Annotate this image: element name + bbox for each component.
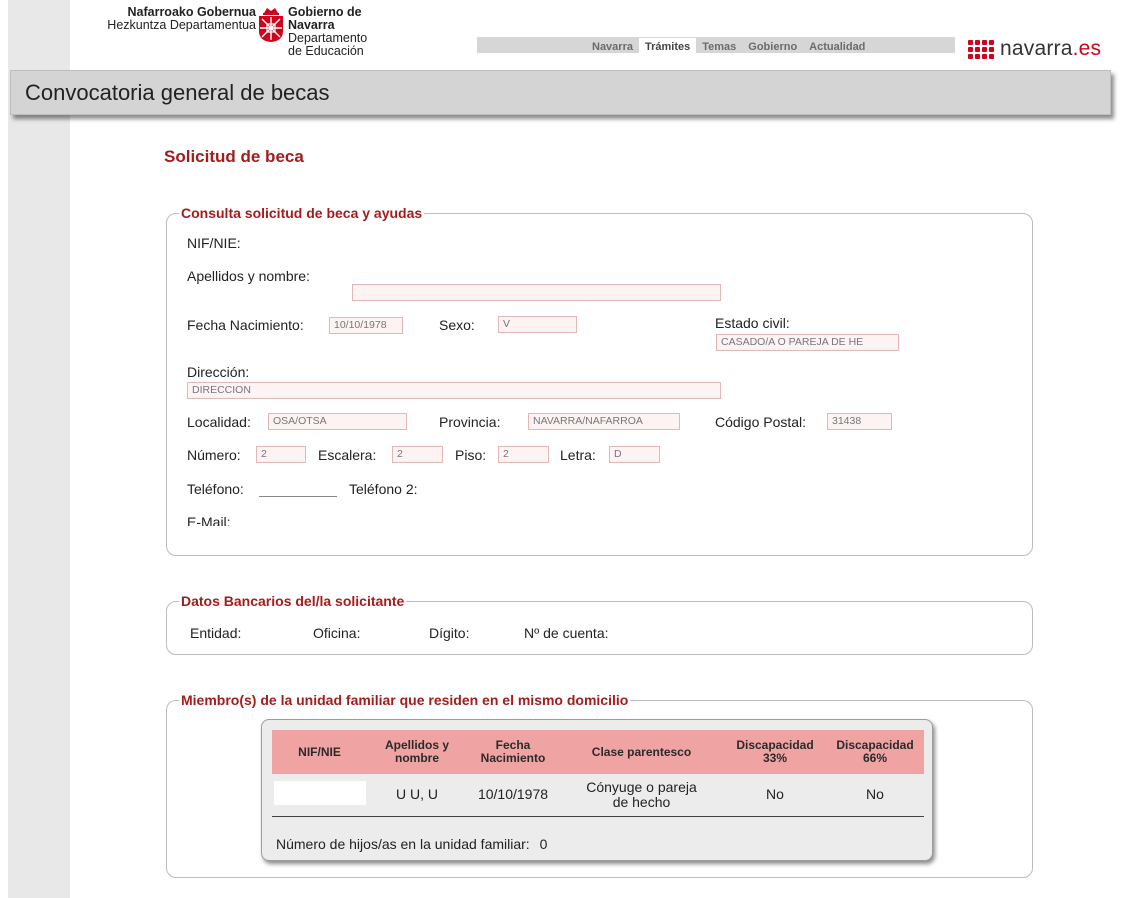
numero-hijos: Número de hijos/as en la unidad familiar… bbox=[276, 836, 547, 852]
fecha-nacimiento-label: Fecha Nacimiento: bbox=[187, 317, 304, 333]
gov-right-line2: Departamento de Educación bbox=[288, 31, 368, 58]
codigo-postal-field[interactable]: 31438 bbox=[827, 413, 892, 430]
piso-field[interactable]: 2 bbox=[498, 446, 549, 463]
entidad-label: Entidad: bbox=[190, 625, 242, 641]
table-row: U U, U 10/10/1978 Cónyuge o pareja de he… bbox=[272, 774, 924, 817]
escalera-field[interactable]: 2 bbox=[392, 446, 443, 463]
unidad-familiar-legend: Miembro(s) de la unidad familiar que res… bbox=[179, 692, 631, 708]
unidad-familiar-fieldset: Miembro(s) de la unidad familiar que res… bbox=[166, 692, 1033, 878]
codigo-postal-label: Código Postal: bbox=[715, 414, 807, 430]
col-disc66: Discapacidad 66% bbox=[826, 730, 924, 774]
cell-nif bbox=[272, 774, 367, 817]
provincia-field[interactable]: NAVARRA/NAFARROA bbox=[528, 413, 680, 430]
telefono-label: Teléfono: bbox=[187, 481, 244, 497]
email-label: E-Mail: bbox=[187, 514, 231, 526]
numero-hijos-value: 0 bbox=[539, 836, 548, 852]
brand-text: navarra.es bbox=[1000, 37, 1101, 61]
nav-actualidad[interactable]: Actualidad bbox=[803, 38, 871, 54]
numero-hijos-label: Número de hijos/as en la unidad familiar… bbox=[276, 836, 530, 852]
oficina-label: Oficina: bbox=[313, 625, 361, 641]
top-nav: Navarra Trámites Temas Gobierno Actualid… bbox=[586, 38, 871, 54]
telefono-field[interactable] bbox=[259, 496, 337, 497]
telefono2-label: Teléfono 2: bbox=[349, 481, 418, 497]
family-table-header: NIF/NIE Apellidos y nombre Fecha Nacimie… bbox=[272, 730, 924, 774]
gov-left-line2: Hezkuntza Departamentua bbox=[107, 18, 256, 32]
cell-disc33: No bbox=[724, 774, 826, 817]
direccion-label: Dirección: bbox=[187, 364, 250, 380]
brand-main: navarra bbox=[1000, 37, 1073, 60]
consulta-legend: Consulta solicitud de beca y ayudas bbox=[179, 205, 425, 221]
col-nif: NIF/NIE bbox=[272, 730, 367, 774]
nav-tramites[interactable]: Trámites bbox=[638, 38, 697, 54]
col-apellidos: Apellidos y nombre bbox=[367, 730, 467, 774]
piso-label: Piso: bbox=[455, 447, 487, 463]
left-margin-strip bbox=[8, 0, 70, 898]
digito-label: Dígito: bbox=[429, 625, 470, 641]
apellidos-label: Apellidos y nombre: bbox=[187, 268, 310, 284]
page-title-bar: Convocatoria general de becas bbox=[10, 70, 1111, 115]
sexo-label: Sexo: bbox=[439, 317, 475, 333]
family-table-panel: NIF/NIE Apellidos y nombre Fecha Nacimie… bbox=[261, 719, 933, 861]
navarra-shield-icon bbox=[259, 8, 283, 42]
navarra-es-logo[interactable]: navarra.es bbox=[968, 37, 1101, 61]
estado-civil-label: Estado civil: bbox=[715, 315, 790, 331]
gov-name-spanish: Gobierno de Navarra Departamento de Educ… bbox=[288, 6, 367, 58]
col-fecha: Fecha Nacimiento bbox=[467, 730, 559, 774]
nif-label: NIF/NIE: bbox=[187, 235, 241, 251]
localidad-field[interactable]: OSA/OTSA bbox=[268, 413, 407, 430]
nav-temas[interactable]: Temas bbox=[696, 38, 742, 54]
letra-field[interactable]: D bbox=[609, 446, 660, 463]
letra-label: Letra: bbox=[560, 447, 596, 463]
datos-bancarios-legend: Datos Bancarios del/la solicitante bbox=[179, 593, 407, 609]
estado-civil-field[interactable]: CASADO/A O PAREJA DE HE bbox=[716, 334, 899, 351]
col-parentesco: Clase parentesco bbox=[559, 730, 724, 774]
gov-name-basque: Nafarroako Gobernua Hezkuntza Departamen… bbox=[86, 6, 256, 32]
nif-value bbox=[273, 781, 366, 806]
fecha-nacimiento-field[interactable]: 10/10/1978 bbox=[329, 317, 403, 334]
localidad-label: Localidad: bbox=[187, 414, 251, 430]
sexo-field[interactable]: V bbox=[498, 316, 577, 333]
cell-disc66: No bbox=[826, 774, 924, 817]
cell-nombre: U U, U bbox=[367, 774, 467, 817]
brand-ext: .es bbox=[1072, 37, 1102, 60]
cell-parentesco: Cónyuge o pareja de hecho bbox=[559, 774, 724, 817]
parentesco-value: Cónyuge o pareja de hecho bbox=[586, 778, 697, 810]
nav-gobierno[interactable]: Gobierno bbox=[742, 38, 803, 54]
gov-right-line1: Gobierno de Navarra bbox=[288, 5, 362, 32]
family-table: NIF/NIE Apellidos y nombre Fecha Nacimie… bbox=[272, 730, 924, 817]
col-disc33: Discapacidad 33% bbox=[724, 730, 826, 774]
nav-navarra[interactable]: Navarra bbox=[586, 38, 639, 54]
provincia-label: Provincia: bbox=[439, 414, 501, 430]
apellidos-field[interactable] bbox=[352, 284, 721, 301]
numero-label: Número: bbox=[187, 447, 241, 463]
gov-left-line1: Nafarroako Gobernua bbox=[127, 5, 256, 19]
numero-cuenta-label: Nº de cuenta: bbox=[524, 625, 609, 641]
page: Nafarroako Gobernua Hezkuntza Departamen… bbox=[0, 0, 1131, 898]
direccion-field[interactable]: DIRECCION bbox=[187, 382, 721, 399]
navarra-dots-icon bbox=[968, 39, 994, 59]
consulta-fieldset: Consulta solicitud de beca y ayudas NIF/… bbox=[166, 205, 1033, 556]
page-title: Convocatoria general de becas bbox=[25, 80, 330, 105]
cell-fecha: 10/10/1978 bbox=[467, 774, 559, 817]
numero-field[interactable]: 2 bbox=[256, 446, 306, 463]
section-title: Solicitud de beca bbox=[164, 147, 304, 166]
datos-bancarios-fieldset: Datos Bancarios del/la solicitante Entid… bbox=[166, 593, 1033, 655]
escalera-label: Escalera: bbox=[318, 447, 377, 463]
